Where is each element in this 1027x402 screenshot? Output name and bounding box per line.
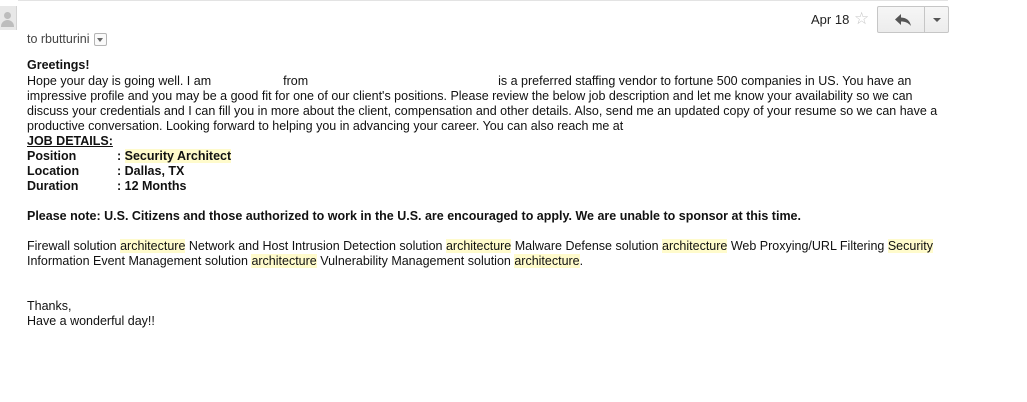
intro-part-1: Hope your day is going well. I am — [27, 74, 212, 88]
chevron-down-icon — [933, 18, 941, 22]
message-date: Apr 18 — [811, 12, 850, 27]
requirements-paragraph: Firewall solution architecture Network a… — [27, 239, 942, 269]
desc-highlight: architecture — [662, 239, 728, 253]
intro-paragraph: Hope your day is going well. I am from is … — [27, 73, 942, 134]
redacted-company — [308, 73, 499, 85]
desc-highlight: architecture — [120, 239, 186, 253]
more-actions-button[interactable] — [925, 6, 949, 33]
avatar-body-icon — [1, 20, 14, 27]
detail-value: : Security Architect — [117, 149, 232, 164]
thanks-line: Thanks, — [27, 299, 72, 313]
sponsorship-note: Please note: U.S. Citizens and those aut… — [27, 209, 801, 223]
desc-text: Firewall solution — [27, 239, 121, 253]
reply-arrow-icon — [895, 14, 911, 26]
recipient-line: to rbutturini — [27, 32, 107, 46]
cropped-signature-line — [27, 329, 942, 335]
desc-highlight: Security — [887, 239, 933, 253]
greeting: Greetings! — [27, 58, 90, 72]
detail-key: Location — [27, 164, 80, 178]
sender-avatar[interactable] — [0, 6, 17, 30]
detail-key: Position — [27, 149, 77, 163]
desc-text: Network and Host Intrusion Detection sol… — [185, 239, 446, 253]
desc-highlight: architecture — [514, 254, 580, 268]
intro-part-2: from — [283, 74, 309, 88]
star-icon[interactable]: ☆ — [854, 9, 869, 29]
recipient-label: to rbutturini — [27, 32, 90, 46]
desc-text: Malware Defense solution — [511, 239, 663, 253]
job-details-heading: JOB DETAILS: — [27, 134, 113, 148]
desc-highlight: architecture — [445, 239, 512, 253]
desc-text: Web Proxying/URL Filtering — [727, 239, 888, 253]
detail-colon: : — [117, 149, 125, 163]
desc-text: Vulnerability Management solution — [316, 254, 515, 268]
avatar-head-icon — [4, 12, 11, 19]
email-body: Greetings! Hope your day is going well. … — [27, 58, 942, 335]
redacted-name — [211, 73, 284, 85]
closing-line: Have a wonderful day!! — [27, 314, 155, 328]
position-highlight: Security Architect — [124, 149, 232, 163]
desc-text: Information Event Management solution — [27, 254, 252, 268]
reply-button-group — [877, 6, 949, 33]
detail-value: : 12 Months — [117, 179, 187, 193]
desc-highlight: architecture — [251, 254, 317, 268]
desc-text: . — [579, 254, 584, 268]
reply-button[interactable] — [877, 6, 925, 33]
detail-row-duration: Duration : 12 Months — [27, 179, 942, 194]
show-details-dropdown-icon[interactable] — [93, 32, 107, 46]
detail-row-location: Location : Dallas, TX — [27, 164, 942, 179]
header-divider — [18, 0, 948, 1]
detail-row-position: Position : Security Architect — [27, 149, 942, 164]
detail-key: Duration — [27, 179, 79, 193]
detail-value: : Dallas, TX — [117, 164, 185, 178]
